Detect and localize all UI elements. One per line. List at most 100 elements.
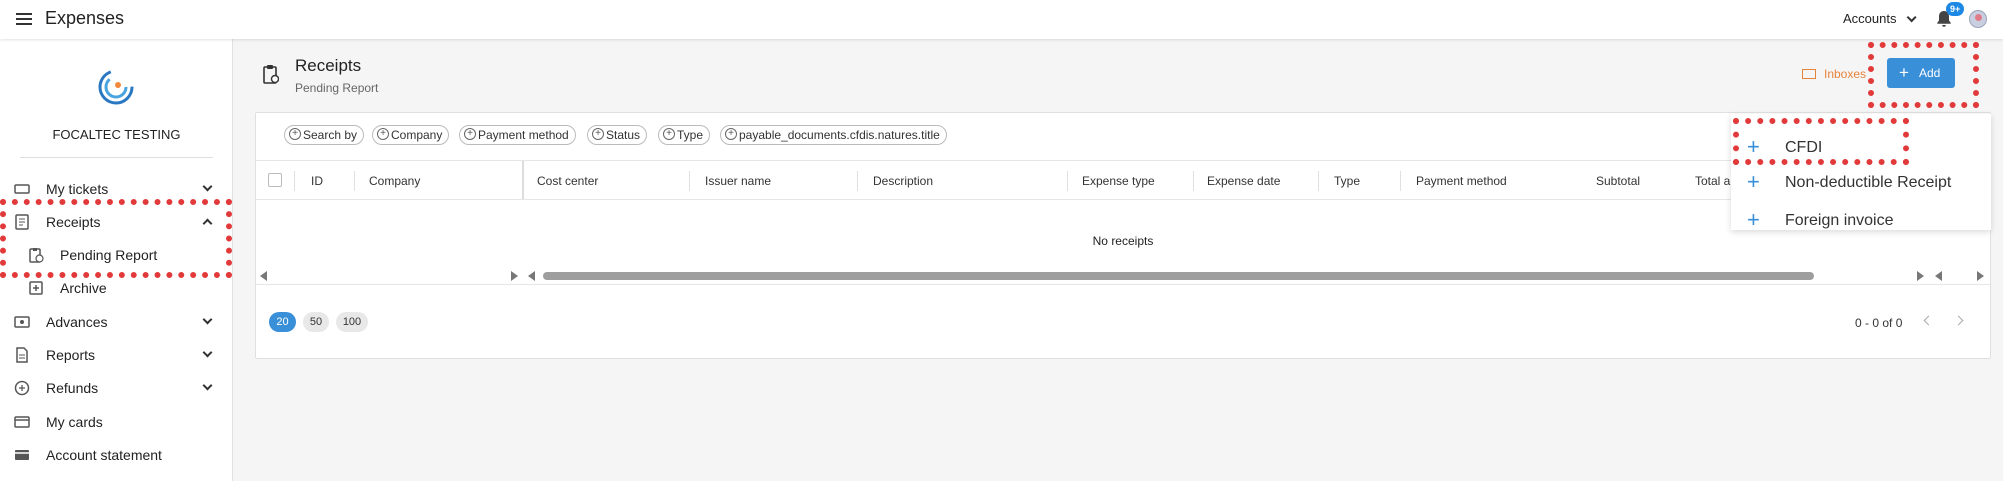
sidebar-item-label: Archive: [60, 280, 107, 296]
mail-icon: [1802, 69, 1816, 79]
app-title: Expenses: [45, 8, 125, 28]
column-separator: [689, 171, 690, 191]
column-header-subtotal[interactable]: Subtotal: [1596, 174, 1640, 188]
scroll-left-icon[interactable]: [1935, 271, 1942, 281]
chevron-up-icon: [202, 218, 213, 229]
sidebar-item-refunds[interactable]: Refunds: [0, 374, 233, 402]
filter-chip-type[interactable]: Type: [658, 125, 711, 145]
scroll-left-icon[interactable]: [260, 271, 267, 281]
column-header-expense-date[interactable]: Expense date: [1207, 174, 1280, 188]
page-title: Receipts: [295, 56, 362, 75]
notification-badge: 9+: [1946, 2, 1965, 16]
horizontal-scrollbar[interactable]: [543, 272, 1814, 280]
sidebar-item-receipts[interactable]: Receipts: [0, 208, 233, 236]
accounts-dropdown[interactable]: Accounts: [1843, 11, 1918, 26]
chevron-down-icon: [202, 181, 213, 192]
sidebar-item-advances[interactable]: Advances: [0, 308, 233, 336]
page-size-20[interactable]: 20: [269, 312, 296, 332]
sidebar-item-label: Advances: [46, 314, 108, 330]
inboxes-label: Inboxes: [1824, 67, 1867, 81]
filter-chip-payment-method[interactable]: Payment method: [459, 125, 576, 145]
sidebar-item-account-statement[interactable]: Account statement: [0, 441, 233, 469]
column-separator: [294, 171, 295, 191]
menu-item-label: Foreign invoice: [1785, 212, 1894, 229]
select-all-checkbox[interactable]: [268, 173, 282, 187]
column-separator: [857, 171, 858, 191]
pagination-range: 0 - 0 of 0: [1855, 316, 1903, 330]
plus-icon: +: [1747, 169, 1760, 194]
sidebar-item-pending-report[interactable]: Pending Report: [0, 241, 233, 269]
sidebar-item-label: Receipts: [46, 214, 101, 230]
sidebar-item-label: My tickets: [46, 181, 109, 197]
sidebar: FOCALTEC TESTING My tickets Receipts Pen…: [0, 39, 233, 481]
page-size-100[interactable]: 100: [336, 312, 368, 332]
scroll-right-icon[interactable]: [1977, 271, 1984, 281]
sidebar-item-label: Account statement: [46, 447, 162, 463]
sidebar-item-my-tickets[interactable]: My tickets: [0, 175, 233, 203]
menu-item-label: CFDI: [1785, 139, 1823, 156]
frozen-column-divider: [522, 161, 524, 199]
sidebar-item-label: Refunds: [46, 380, 99, 396]
advances-icon: [14, 316, 30, 328]
page-size-50[interactable]: 50: [303, 312, 329, 332]
menu-item-cfdi[interactable]: + CFDI: [1731, 131, 1991, 165]
sidebar-item-label: My cards: [46, 414, 103, 430]
receipt-icon: [15, 214, 29, 230]
chevron-down-icon: [202, 380, 213, 391]
scroll-left-icon[interactable]: [528, 271, 535, 281]
column-separator: [1400, 171, 1401, 191]
reports-icon: [16, 347, 28, 363]
table-header: ID Company Cost center Issuer name Descr…: [256, 160, 1990, 200]
accounts-label: Accounts: [1843, 11, 1897, 26]
top-bar: Expenses Accounts 9+: [0, 0, 2003, 39]
add-label: Add: [1919, 66, 1941, 80]
plus-icon: +: [1747, 134, 1760, 159]
card-icon: [14, 416, 30, 428]
add-menu: + CFDI + Non-deductible Receipt + Foreig…: [1731, 114, 1991, 231]
sidebar-divider: [20, 157, 213, 158]
clipboard-icon: [263, 65, 279, 84]
column-separator: [354, 171, 355, 191]
statement-icon: [15, 450, 29, 460]
menu-item-non-deductible-receipt[interactable]: + Non-deductible Receipt: [1731, 166, 1991, 200]
menu-item-foreign-invoice[interactable]: + Foreign invoice: [1731, 204, 1991, 238]
page-subtitle: Pending Report: [295, 81, 379, 95]
company-logo: [98, 69, 134, 105]
plus-icon: +: [1899, 63, 1909, 82]
filter-chip-company[interactable]: Company: [372, 125, 450, 145]
sidebar-item-reports[interactable]: Reports: [0, 341, 233, 369]
column-header-total[interactable]: Total a: [1695, 174, 1730, 188]
plus-icon: +: [1747, 207, 1760, 232]
filter-chip-status[interactable]: Status: [587, 125, 648, 145]
chevron-down-icon: [202, 347, 213, 358]
hamburger-menu-icon[interactable]: [16, 13, 32, 25]
archive-icon: [29, 281, 43, 295]
refunds-icon: [14, 380, 30, 396]
pending-report-icon: [29, 248, 44, 263]
column-header-issuer-name[interactable]: Issuer name: [705, 174, 771, 188]
column-header-type[interactable]: Type: [1334, 174, 1360, 188]
sidebar-item-label: Pending Report: [60, 247, 158, 263]
filter-chip-natures-title[interactable]: payable_documents.cfdis.natures.title: [720, 125, 947, 145]
column-header-description[interactable]: Description: [873, 174, 933, 188]
column-header-expense-type[interactable]: Expense type: [1082, 174, 1155, 188]
sidebar-item-label: Reports: [46, 347, 96, 363]
sidebar-item-archive[interactable]: Archive: [0, 274, 233, 302]
column-header-company[interactable]: Company: [369, 174, 420, 188]
column-header-cost-center[interactable]: Cost center: [537, 174, 598, 188]
table-bottom-border: [256, 284, 1990, 285]
menu-item-label: Non-deductible Receipt: [1785, 174, 1952, 191]
column-header-payment-method[interactable]: Payment method: [1416, 174, 1507, 188]
scroll-right-icon[interactable]: [1917, 271, 1924, 281]
column-separator: [1318, 171, 1319, 191]
scroll-right-icon[interactable]: [511, 271, 518, 281]
column-separator: [1067, 171, 1068, 191]
inboxes-button[interactable]: Inboxes: [1802, 67, 1866, 81]
column-separator: [1193, 171, 1194, 191]
sidebar-item-my-cards[interactable]: My cards: [0, 408, 233, 436]
empty-state-text: No receipts: [1092, 234, 1154, 248]
avatar[interactable]: [1969, 10, 1987, 28]
column-header-id[interactable]: ID: [311, 174, 323, 188]
filter-chip-search-by[interactable]: Search by: [284, 125, 365, 145]
add-button[interactable]: + Add: [1887, 58, 1955, 88]
